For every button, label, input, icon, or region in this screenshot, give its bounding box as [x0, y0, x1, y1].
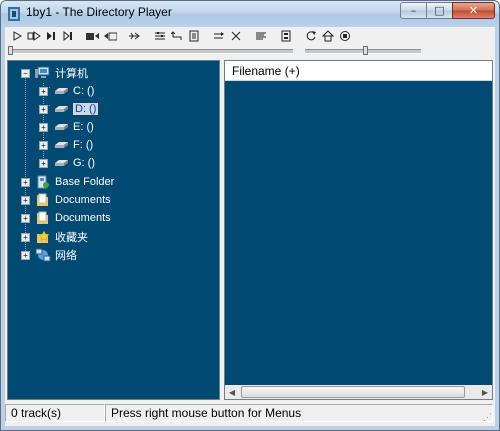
folder-forward-icon[interactable]: [101, 28, 118, 44]
tree-node-label: 计算机: [55, 68, 88, 80]
expand-toggle[interactable]: +: [21, 213, 30, 223]
jump-icon[interactable]: [126, 28, 143, 44]
list-icon[interactable]: [252, 28, 269, 44]
status-hint: Press right mouse button for Menus: [105, 404, 493, 422]
tree-node-documents-2[interactable]: + Documents: [21, 210, 111, 226]
tree-node-network[interactable]: + 网络: [21, 247, 77, 263]
client-area: − 计算机 + C: () + D: () + E: () + F: () + …: [5, 27, 495, 426]
expand-toggle[interactable]: +: [21, 232, 30, 242]
title-bar[interactable]: 1by1 - The Directory Player – □ ✕: [1, 1, 499, 27]
tree-node-label: E: (): [73, 121, 94, 133]
tree-node-drive-f[interactable]: + F: (): [39, 137, 93, 153]
tree-node-label: Base Folder: [55, 176, 115, 188]
network-icon: [35, 248, 51, 262]
expand-toggle[interactable]: +: [39, 122, 48, 132]
repeat-icon[interactable]: [210, 28, 227, 44]
scroll-left-icon[interactable]: ◀: [225, 385, 239, 399]
drive-icon: [55, 142, 68, 148]
computer-icon: [35, 66, 50, 78]
play-icon[interactable]: [8, 28, 25, 44]
app-icon: [8, 7, 20, 21]
expand-toggle[interactable]: +: [21, 250, 30, 260]
horizontal-scrollbar[interactable]: ◀ ▶: [225, 385, 492, 399]
play-next-icon[interactable]: [25, 28, 42, 44]
tree-node-documents-1[interactable]: + Documents: [21, 192, 111, 208]
status-bar: 0 track(s) Press right mouse button for …: [5, 404, 495, 424]
column-header-filename[interactable]: Filename (+): [225, 61, 492, 81]
settings-icon[interactable]: [151, 28, 168, 44]
expand-toggle[interactable]: +: [39, 104, 48, 114]
app-window: 1by1 - The Directory Player – □ ✕ − 计算机 …: [0, 0, 500, 431]
tree-node-computer[interactable]: − 计算机: [21, 65, 88, 81]
folder-icon: [37, 193, 48, 206]
folder-back-icon[interactable]: [84, 28, 101, 44]
tree-node-drive-e[interactable]: + E: (): [39, 119, 94, 135]
drive-icon: [55, 124, 68, 130]
favorites-folder-icon: [37, 230, 50, 243]
drive-icon: [55, 160, 68, 166]
tree-node-drive-g[interactable]: + G: (): [39, 155, 95, 171]
skip-next-icon[interactable]: [59, 28, 76, 44]
toolbar: [5, 27, 495, 45]
volume-slider-thumb[interactable]: [363, 46, 368, 55]
expand-toggle[interactable]: +: [39, 158, 48, 168]
tree-node-label: 收藏夹: [55, 232, 88, 244]
folder-icon: [37, 211, 48, 224]
home-icon[interactable]: [319, 28, 336, 44]
tree-node-label: C: (): [73, 85, 95, 97]
stop-circle-icon[interactable]: [336, 28, 353, 44]
collapse-toggle[interactable]: −: [21, 68, 30, 78]
position-slider-track[interactable]: [8, 49, 293, 54]
slider-row: [5, 46, 495, 55]
tree-node-label: F: (): [73, 139, 94, 151]
drive-icon: [55, 106, 68, 112]
minimize-button[interactable]: –: [400, 2, 426, 19]
expand-toggle[interactable]: +: [21, 177, 30, 187]
expand-toggle[interactable]: +: [39, 140, 48, 150]
document-icon[interactable]: [185, 28, 202, 44]
drive-icon: [55, 88, 68, 94]
window-title: 1by1 - The Directory Player: [26, 5, 172, 19]
file-list[interactable]: Filename (+) ◀ ▶: [224, 60, 493, 400]
base-folder-icon: [37, 175, 49, 189]
tree-node-label: Documents: [55, 212, 111, 224]
refresh-icon[interactable]: [302, 28, 319, 44]
expand-toggle[interactable]: +: [39, 86, 48, 96]
tree-node-drive-c[interactable]: + C: (): [39, 83, 94, 99]
tree-node-label: 网络: [55, 250, 77, 262]
position-slider-thumb[interactable]: [8, 46, 13, 55]
scroll-right-icon[interactable]: ▶: [478, 385, 492, 399]
tree-node-label-selected: D: (): [71, 102, 100, 116]
tree-node-drive-d[interactable]: + D: (): [39, 101, 100, 117]
tree-node-base-folder[interactable]: + Base Folder: [21, 174, 114, 190]
shuffle-icon[interactable]: [227, 28, 244, 44]
maximize-button[interactable]: □: [426, 2, 452, 19]
resize-grip-icon[interactable]: ⋰: [483, 412, 495, 424]
enter-icon[interactable]: [168, 28, 185, 44]
close-button[interactable]: ✕: [452, 2, 495, 19]
tree-node-label: G: (): [73, 157, 95, 169]
scroll-thumb[interactable]: [241, 386, 465, 398]
expand-toggle[interactable]: +: [21, 195, 30, 205]
track-count: 0 track(s): [5, 404, 105, 422]
tree-node-favorites[interactable]: + 收藏夹: [21, 229, 88, 245]
folder-tree[interactable]: − 计算机 + C: () + D: () + E: () + F: () + …: [7, 60, 220, 400]
stop-next-icon[interactable]: [42, 28, 59, 44]
playlist-icon[interactable]: [277, 28, 294, 44]
tree-node-label: Documents: [55, 194, 111, 206]
